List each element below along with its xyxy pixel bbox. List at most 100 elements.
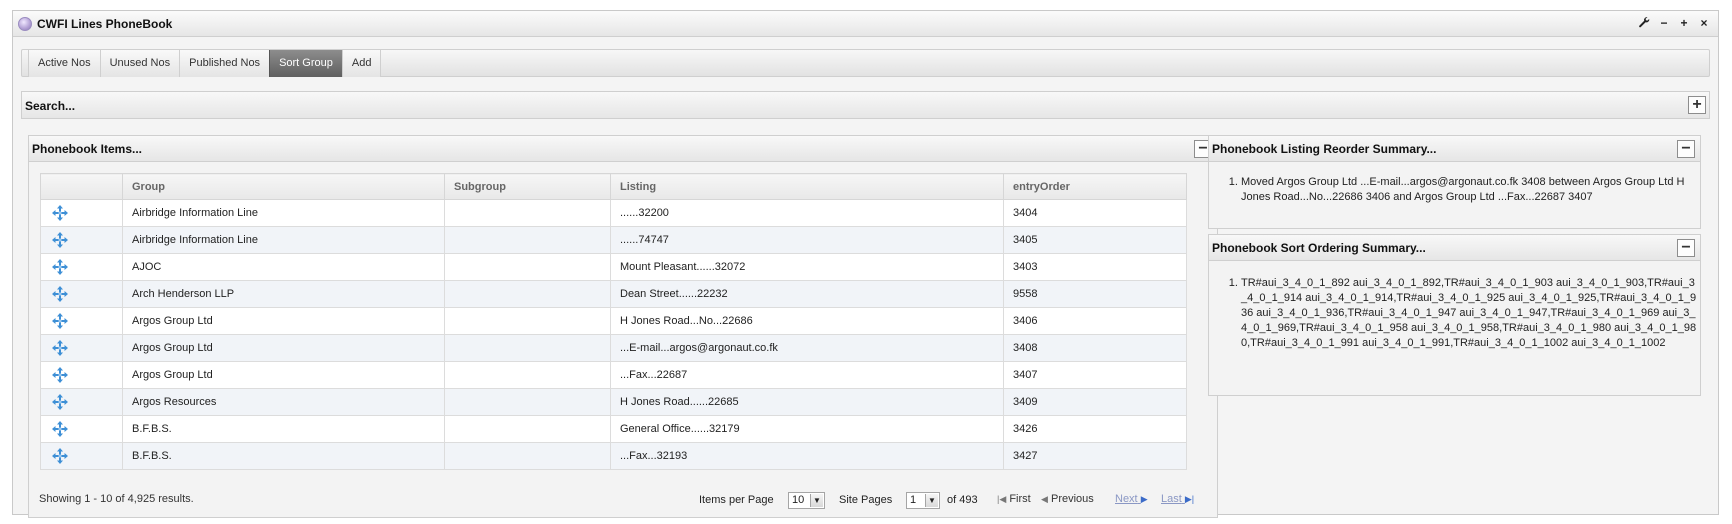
listing-cell: General Office......32179	[610, 415, 1004, 443]
subgroup-cell	[444, 361, 611, 389]
drag-handle-cell[interactable]	[40, 388, 123, 416]
drag-handle-cell[interactable]	[40, 253, 123, 281]
first-page-icon: |◀	[997, 493, 1007, 504]
move-icon[interactable]	[52, 394, 68, 410]
app-title: CWFI Lines PhoneBook	[37, 17, 173, 31]
group-cell: Argos Resources	[122, 388, 445, 416]
move-icon[interactable]	[52, 367, 68, 383]
items-panel-title: Phonebook Items...	[32, 142, 143, 156]
listing-cell: ......32200	[610, 199, 1004, 227]
site-page-select[interactable]: 1 ▼	[906, 492, 940, 509]
first-page-link[interactable]: |◀ First	[997, 493, 1031, 505]
group-cell: Argos Group Ltd	[122, 361, 445, 389]
column-header-subgroup[interactable]: Subgroup	[444, 173, 611, 200]
drag-handle-cell[interactable]	[40, 442, 123, 470]
listing-cell: H Jones Road......22685	[610, 388, 1004, 416]
tab-sort-group[interactable]: Sort Group	[269, 50, 342, 77]
listing-cell: ...E-mail...argos@argonaut.co.fk	[610, 334, 1004, 362]
collapse-icon[interactable]: −	[1677, 239, 1695, 257]
next-page-link[interactable]: Next ▶	[1115, 493, 1148, 505]
pagination: Showing 1 - 10 of 4,925 results. Items p…	[39, 488, 1199, 512]
expand-icon[interactable]: +	[1688, 96, 1706, 114]
tab-active-nos[interactable]: Active Nos	[28, 50, 100, 77]
minimize-icon[interactable]: −	[1658, 16, 1670, 30]
last-page-link[interactable]: Last ▶|	[1161, 493, 1194, 505]
move-icon[interactable]	[52, 232, 68, 248]
table-row[interactable]: Argos Group Ltd H Jones Road...No...22686…	[40, 307, 1187, 335]
table-row[interactable]: B.F.B.S. ...Fax...32193 3427	[40, 442, 1187, 470]
tab-bar: Active Nos Unused Nos Published Nos Sort…	[21, 49, 1710, 77]
wrench-icon[interactable]	[1638, 16, 1650, 30]
table-row[interactable]: AJOC Mount Pleasant......32072 3403	[40, 253, 1187, 281]
collapse-icon[interactable]: −	[1677, 140, 1695, 158]
subgroup-cell	[444, 442, 611, 470]
results-summary: Showing 1 - 10 of 4,925 results.	[39, 493, 194, 505]
entry-order-cell: 3405	[1003, 226, 1187, 254]
tab-add[interactable]: Add	[341, 50, 382, 77]
items-per-page-select[interactable]: 10 ▼	[788, 492, 825, 509]
phonebook-items-panel: Phonebook Items... − Group Subgroup List…	[28, 135, 1218, 518]
drag-handle-cell[interactable]	[40, 199, 123, 227]
chevron-down-icon: ▼	[925, 494, 938, 507]
move-icon[interactable]	[52, 421, 68, 437]
move-icon[interactable]	[52, 313, 68, 329]
reorder-summary-panel: Phonebook Listing Reorder Summary... − M…	[1208, 135, 1701, 229]
drag-handle-cell[interactable]	[40, 226, 123, 254]
phonebook-portlet: CWFI Lines PhoneBook − + × Active Nos Un…	[12, 10, 1719, 518]
group-cell: B.F.B.S.	[122, 442, 445, 470]
group-cell: Arch Henderson LLP	[122, 280, 445, 308]
drag-handle-cell[interactable]	[40, 415, 123, 443]
column-header-listing[interactable]: Listing	[610, 173, 1004, 200]
drag-handle-cell[interactable]	[40, 280, 123, 308]
table-row[interactable]: Argos Group Ltd ...E-mail...argos@argonau…	[40, 334, 1187, 362]
listing-cell: H Jones Road...No...22686	[610, 307, 1004, 335]
sort-panel-header: Phonebook Sort Ordering Summary... −	[1209, 235, 1700, 261]
search-title: Search...	[25, 99, 76, 113]
subgroup-cell	[444, 253, 611, 281]
table-row[interactable]: Airbridge Information Line ......74747 340…	[40, 226, 1187, 254]
move-icon[interactable]	[52, 259, 68, 275]
move-icon[interactable]	[52, 448, 68, 464]
move-icon[interactable]	[52, 340, 68, 356]
previous-page-icon: ◀	[1041, 493, 1048, 504]
subgroup-cell	[444, 388, 611, 416]
maximize-icon[interactable]: +	[1678, 16, 1690, 30]
entry-order-cell: 9558	[1003, 280, 1187, 308]
tab-published-nos[interactable]: Published Nos	[179, 50, 270, 77]
column-header-entry-order[interactable]: entryOrder	[1003, 173, 1187, 200]
reorder-panel-title: Phonebook Listing Reorder Summary...	[1212, 142, 1437, 156]
entry-order-cell: 3408	[1003, 334, 1187, 362]
subgroup-cell	[444, 415, 611, 443]
entry-order-cell: 3426	[1003, 415, 1187, 443]
site-page-value: 1	[910, 494, 917, 506]
group-cell: Airbridge Information Line	[122, 226, 445, 254]
table-row[interactable]: Arch Henderson LLP Dean Street......22232…	[40, 280, 1187, 308]
subgroup-cell	[444, 307, 611, 335]
items-per-page-label: Items per Page	[699, 494, 774, 506]
previous-page-link[interactable]: ◀ Previous	[1041, 493, 1094, 505]
listing-cell: Dean Street......22232	[610, 280, 1004, 308]
drag-handle-cell[interactable]	[40, 361, 123, 389]
listing-cell: ...Fax...22687	[610, 361, 1004, 389]
listing-cell: ...Fax...32193	[610, 442, 1004, 470]
phonebook-table: Group Subgroup Listing entryOrder Airbri…	[40, 173, 1187, 470]
move-icon[interactable]	[52, 286, 68, 302]
entry-order-cell: 3407	[1003, 361, 1187, 389]
table-row[interactable]: B.F.B.S. General Office......32179 3426	[40, 415, 1187, 443]
close-icon[interactable]: ×	[1698, 16, 1710, 30]
reorder-summary-item: Moved Argos Group Ltd ...E-mail...argos@…	[1241, 175, 1700, 205]
column-header-group[interactable]: Group	[122, 173, 445, 200]
listing-cell: Mount Pleasant......32072	[610, 253, 1004, 281]
last-page-icon: ▶|	[1184, 493, 1195, 504]
tab-unused-nos[interactable]: Unused Nos	[99, 50, 180, 77]
items-per-page-value: 10	[792, 494, 805, 506]
entry-order-cell: 3406	[1003, 307, 1187, 335]
total-pages: of 493	[947, 494, 978, 506]
table-row[interactable]: Airbridge Information Line ......32200 340…	[40, 199, 1187, 227]
search-panel[interactable]: Search... +	[21, 91, 1710, 119]
table-row[interactable]: Argos Resources H Jones Road......22685 34…	[40, 388, 1187, 416]
drag-handle-cell[interactable]	[40, 307, 123, 335]
drag-handle-cell[interactable]	[40, 334, 123, 362]
move-icon[interactable]	[52, 205, 68, 221]
table-row[interactable]: Argos Group Ltd ...Fax...22687 3407	[40, 361, 1187, 389]
